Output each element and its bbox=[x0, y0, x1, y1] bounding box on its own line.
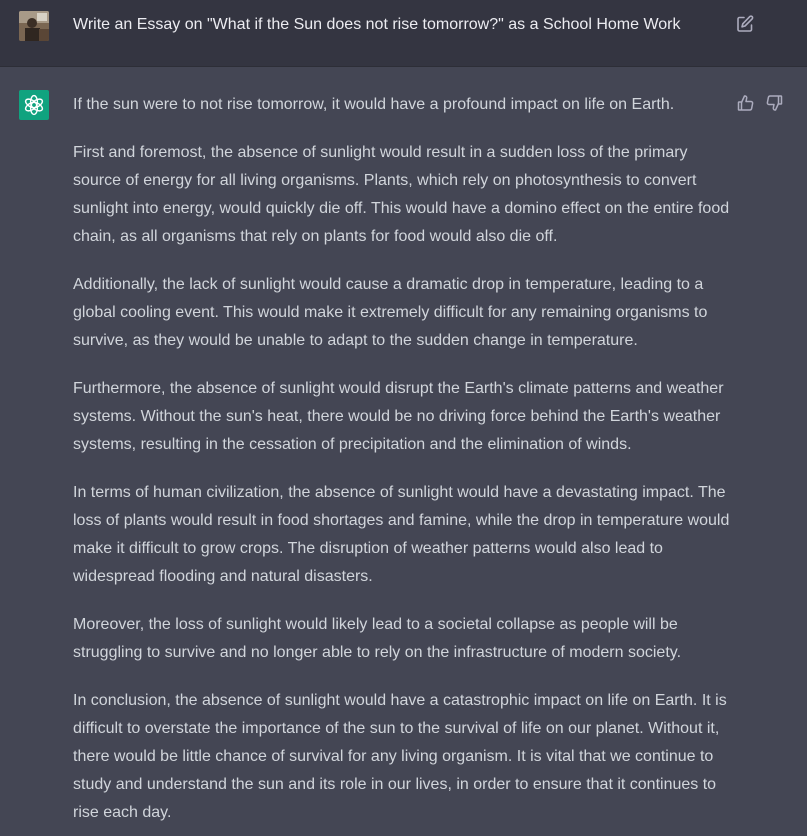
response-paragraph: In terms of human civilization, the abse… bbox=[73, 484, 730, 585]
response-paragraph: Furthermore, the absence of sunlight wou… bbox=[73, 380, 724, 453]
user-prompt-text: Write an Essay on "What if the Sun does … bbox=[73, 16, 681, 33]
assistant-response-text: If the sun were to not rise tomorrow, it… bbox=[73, 91, 733, 836]
response-paragraph: If the sun were to not rise tomorrow, it… bbox=[73, 96, 675, 113]
edit-icon[interactable] bbox=[735, 14, 755, 34]
user-avatar bbox=[19, 11, 49, 41]
response-paragraph: In conclusion, the absence of sunlight w… bbox=[73, 692, 727, 821]
response-paragraph: First and foremost, the absence of sunli… bbox=[73, 144, 730, 245]
response-paragraph: Moreover, the loss of sunlight would lik… bbox=[73, 616, 682, 661]
thumbs-up-icon[interactable] bbox=[736, 93, 756, 113]
assistant-message-row: If the sun were to not rise tomorrow, it… bbox=[0, 67, 807, 836]
thumbs-down-icon[interactable] bbox=[764, 93, 784, 113]
user-message-row: Write an Essay on "What if the Sun does … bbox=[0, 0, 807, 67]
openai-logo-icon bbox=[19, 90, 49, 120]
chat-page: Write an Essay on "What if the Sun does … bbox=[0, 0, 807, 836]
response-paragraph: Additionally, the lack of sunlight would… bbox=[73, 276, 708, 349]
